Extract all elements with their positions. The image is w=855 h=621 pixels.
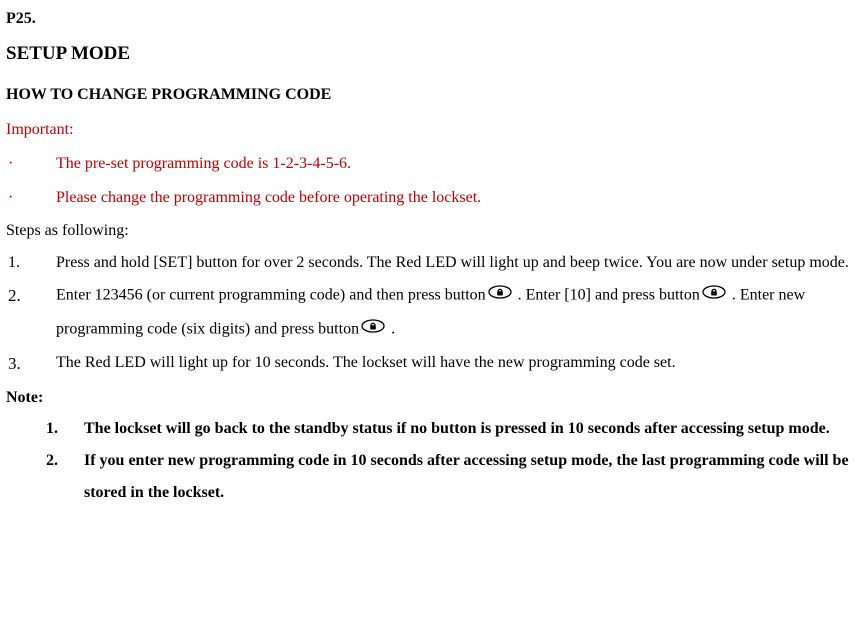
- bullet-text: The pre-set programming code is 1-2-3-4-…: [56, 147, 351, 181]
- bullet-text: Please change the programming code befor…: [56, 181, 481, 215]
- step-text-part: Enter 123456 (or current programming cod…: [56, 287, 486, 304]
- important-bullets: · The pre-set programming code is 1-2-3-…: [6, 147, 849, 214]
- steps-list: 1. Press and hold [SET] button for over …: [6, 247, 849, 381]
- lock-button-icon: [488, 279, 512, 311]
- bullet-mark: ·: [6, 181, 56, 215]
- step-text: The Red LED will light up for 10 seconds…: [56, 347, 849, 381]
- step-item: 3. The Red LED will light up for 10 seco…: [6, 347, 849, 381]
- lock-button-icon: [361, 313, 385, 345]
- step-text-part: . Enter [10] and press button: [514, 287, 700, 304]
- step-marker: 2.: [6, 279, 56, 347]
- note-text: The lockset will go back to the standby …: [84, 413, 849, 445]
- important-bullet: · The pre-set programming code is 1-2-3-…: [6, 147, 849, 181]
- page-number: P25.: [6, 4, 849, 34]
- page-title: SETUP MODE: [6, 36, 849, 72]
- step-marker: 1.: [6, 247, 56, 279]
- steps-label: Steps as following:: [6, 216, 849, 246]
- step-text: Press and hold [SET] button for over 2 s…: [56, 247, 849, 279]
- section-heading: HOW TO CHANGE PROGRAMMING CODE: [6, 80, 849, 110]
- step-item: 2. Enter 123456 (or current programming …: [6, 279, 849, 347]
- note-marker: 1.: [46, 413, 84, 445]
- important-label: Important:: [6, 115, 849, 145]
- note-list: 1. The lockset will go back to the stand…: [6, 413, 849, 509]
- step-text: Enter 123456 (or current programming cod…: [56, 279, 849, 347]
- note-marker: 2.: [46, 445, 84, 509]
- note-label: Note:: [6, 383, 849, 413]
- note-item: 2. If you enter new programming code in …: [6, 445, 849, 509]
- step-item: 1. Press and hold [SET] button for over …: [6, 247, 849, 279]
- note-text: If you enter new programming code in 10 …: [84, 445, 849, 509]
- important-bullet: · Please change the programming code bef…: [6, 181, 849, 215]
- step-text-part: .: [387, 321, 395, 338]
- step-marker: 3.: [6, 347, 56, 381]
- lock-button-icon: [702, 279, 726, 311]
- note-item: 1. The lockset will go back to the stand…: [6, 413, 849, 445]
- bullet-mark: ·: [6, 147, 56, 181]
